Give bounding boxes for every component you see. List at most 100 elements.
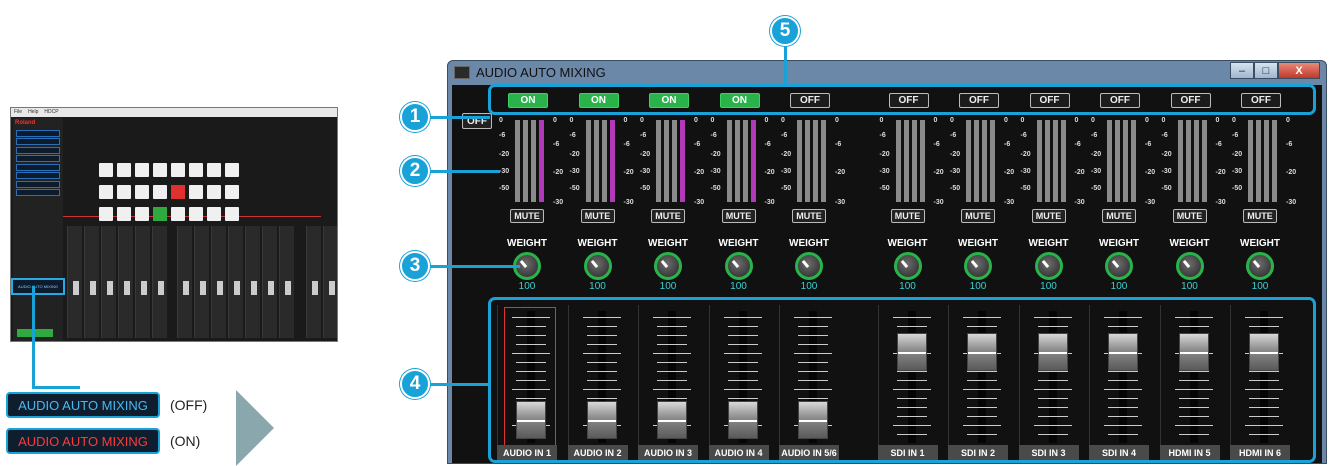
mute-button[interactable]: MUTE xyxy=(1031,209,1066,223)
mini-crosspoint-button[interactable] xyxy=(99,163,113,177)
meter-scale-label: 0 xyxy=(781,117,785,124)
meter-scale-label: -30 xyxy=(1091,168,1102,175)
mini-memory-button[interactable] xyxy=(16,155,60,162)
meter-peak-bar xyxy=(539,120,544,202)
mute-button[interactable]: MUTE xyxy=(1172,209,1207,223)
mini-crosspoint-button[interactable] xyxy=(153,185,167,199)
mini-fader-knob[interactable] xyxy=(312,281,318,295)
mini-fader-knob[interactable] xyxy=(73,281,79,295)
window-titlebar[interactable]: AUDIO AUTO MIXING xyxy=(448,61,1326,84)
mini-crosspoint-button[interactable] xyxy=(207,163,221,177)
mini-fader-knob[interactable] xyxy=(329,281,335,295)
mini-mixer-strip xyxy=(323,226,337,338)
mute-button[interactable]: MUTE xyxy=(890,209,925,223)
mini-fader-knob[interactable] xyxy=(107,281,113,295)
weight-knob[interactable] xyxy=(1246,252,1274,280)
meter-scale-label: -30 xyxy=(879,168,890,175)
weight-knob[interactable] xyxy=(583,252,612,280)
meter-bar xyxy=(1264,120,1269,202)
maximize-button[interactable]: □ xyxy=(1254,62,1278,79)
mini-crosspoint-button[interactable] xyxy=(189,163,203,177)
weight-knob[interactable] xyxy=(724,252,753,280)
mute-button[interactable]: MUTE xyxy=(792,209,826,223)
state-off-label: AUDIO AUTO MIXING xyxy=(18,397,148,413)
mini-crosspoint-button[interactable] xyxy=(189,185,203,199)
weight-knob[interactable] xyxy=(964,252,992,280)
level-meter: 0 -6 -20 -30 -50 0 -6 -20 -30 xyxy=(1091,117,1155,206)
mini-mixer-strip xyxy=(228,226,243,338)
weight-knob[interactable] xyxy=(1034,252,1063,280)
mini-crosspoint-button[interactable] xyxy=(225,185,239,199)
mini-crosspoint-button[interactable] xyxy=(99,185,113,199)
mini-menubar: File Help HDCP xyxy=(11,108,337,117)
weight-knob[interactable] xyxy=(893,252,922,280)
mini-audio-auto-mixing-button[interactable]: AUDIO AUTO MIXING xyxy=(11,278,65,295)
mini-crosspoint-button[interactable] xyxy=(135,163,149,177)
mini-memory-button[interactable] xyxy=(16,172,60,179)
mini-memory-button[interactable] xyxy=(16,138,60,145)
mini-crosspoint-button[interactable] xyxy=(189,207,203,221)
weight-label: WEIGHT xyxy=(577,238,618,249)
mini-fader-knob[interactable] xyxy=(251,281,257,295)
mute-button[interactable]: MUTE xyxy=(1243,209,1277,223)
mini-crosspoint-button[interactable] xyxy=(135,207,149,221)
mini-memory-button[interactable] xyxy=(16,180,60,188)
mute-button[interactable]: MUTE xyxy=(510,209,544,223)
mini-crosspoint-button[interactable] xyxy=(225,163,239,177)
meter-bar xyxy=(903,120,909,202)
mini-memory-button[interactable] xyxy=(16,163,60,171)
mute-button[interactable]: MUTE xyxy=(721,209,756,223)
mini-crosspoint-button[interactable] xyxy=(171,185,185,199)
meter-scale-label: 0 xyxy=(764,117,769,124)
mini-menu-file[interactable]: File xyxy=(14,108,22,117)
mini-fader-knob[interactable] xyxy=(268,281,274,295)
mini-fader-knob[interactable] xyxy=(124,281,130,295)
mini-fader-knob[interactable] xyxy=(217,281,223,295)
meter-bar xyxy=(911,120,917,202)
meter-scale-label: -6 xyxy=(835,141,842,148)
mini-crosspoint-button[interactable] xyxy=(171,163,185,177)
weight-knob[interactable] xyxy=(1105,252,1133,280)
mini-crosspoint-button[interactable] xyxy=(135,185,149,199)
mini-crosspoint-button[interactable] xyxy=(171,207,185,221)
mini-menu-help[interactable]: Help xyxy=(28,108,38,117)
weight-label: WEIGHT xyxy=(507,238,547,249)
mini-crosspoint-button[interactable] xyxy=(153,163,167,177)
mute-button[interactable]: MUTE xyxy=(961,209,995,223)
mini-crosspoint-button[interactable] xyxy=(225,207,239,221)
mute-button[interactable]: MUTE xyxy=(1102,209,1136,223)
mini-crosspoint-button[interactable] xyxy=(99,207,113,221)
meter-bar xyxy=(1060,120,1066,202)
meter-scale-label: 0 xyxy=(950,117,954,124)
meter-scale-label: -50 xyxy=(1161,185,1172,192)
mini-fader-knob[interactable] xyxy=(200,281,206,295)
minimize-button[interactable]: – xyxy=(1230,62,1254,79)
mini-fader-knob[interactable] xyxy=(158,281,164,295)
mini-memory-button[interactable] xyxy=(16,189,60,196)
mini-crosspoint-button[interactable] xyxy=(207,207,221,221)
mini-connect-button[interactable] xyxy=(17,329,53,337)
weight-knob[interactable] xyxy=(795,252,823,280)
mini-fader-knob[interactable] xyxy=(183,281,189,295)
meter-scale-label: -6 xyxy=(781,132,788,139)
weight-label: WEIGHT xyxy=(1028,238,1069,249)
weight-knob[interactable] xyxy=(1175,252,1204,280)
mini-fader-knob[interactable] xyxy=(141,281,147,295)
mute-button[interactable]: MUTE xyxy=(580,209,615,223)
meter-bar xyxy=(523,120,528,202)
mini-memory-button[interactable] xyxy=(16,146,60,154)
mini-fader-knob[interactable] xyxy=(90,281,96,295)
weight-knob[interactable] xyxy=(654,252,682,280)
mini-crosspoint-button[interactable] xyxy=(117,207,131,221)
mini-crosspoint-button[interactable] xyxy=(117,163,131,177)
mini-memory-button[interactable] xyxy=(16,129,60,137)
mini-crosspoint-button[interactable] xyxy=(117,185,131,199)
meter-bar xyxy=(1052,120,1058,202)
mini-crosspoint-button[interactable] xyxy=(153,207,167,221)
mini-crosspoint-button[interactable] xyxy=(207,185,221,199)
mute-button[interactable]: MUTE xyxy=(651,209,685,223)
close-button[interactable]: X xyxy=(1278,62,1320,79)
mini-fader-knob[interactable] xyxy=(285,281,291,295)
mini-fader-knob[interactable] xyxy=(234,281,240,295)
mini-menu-hdcp[interactable]: HDCP xyxy=(44,108,58,117)
